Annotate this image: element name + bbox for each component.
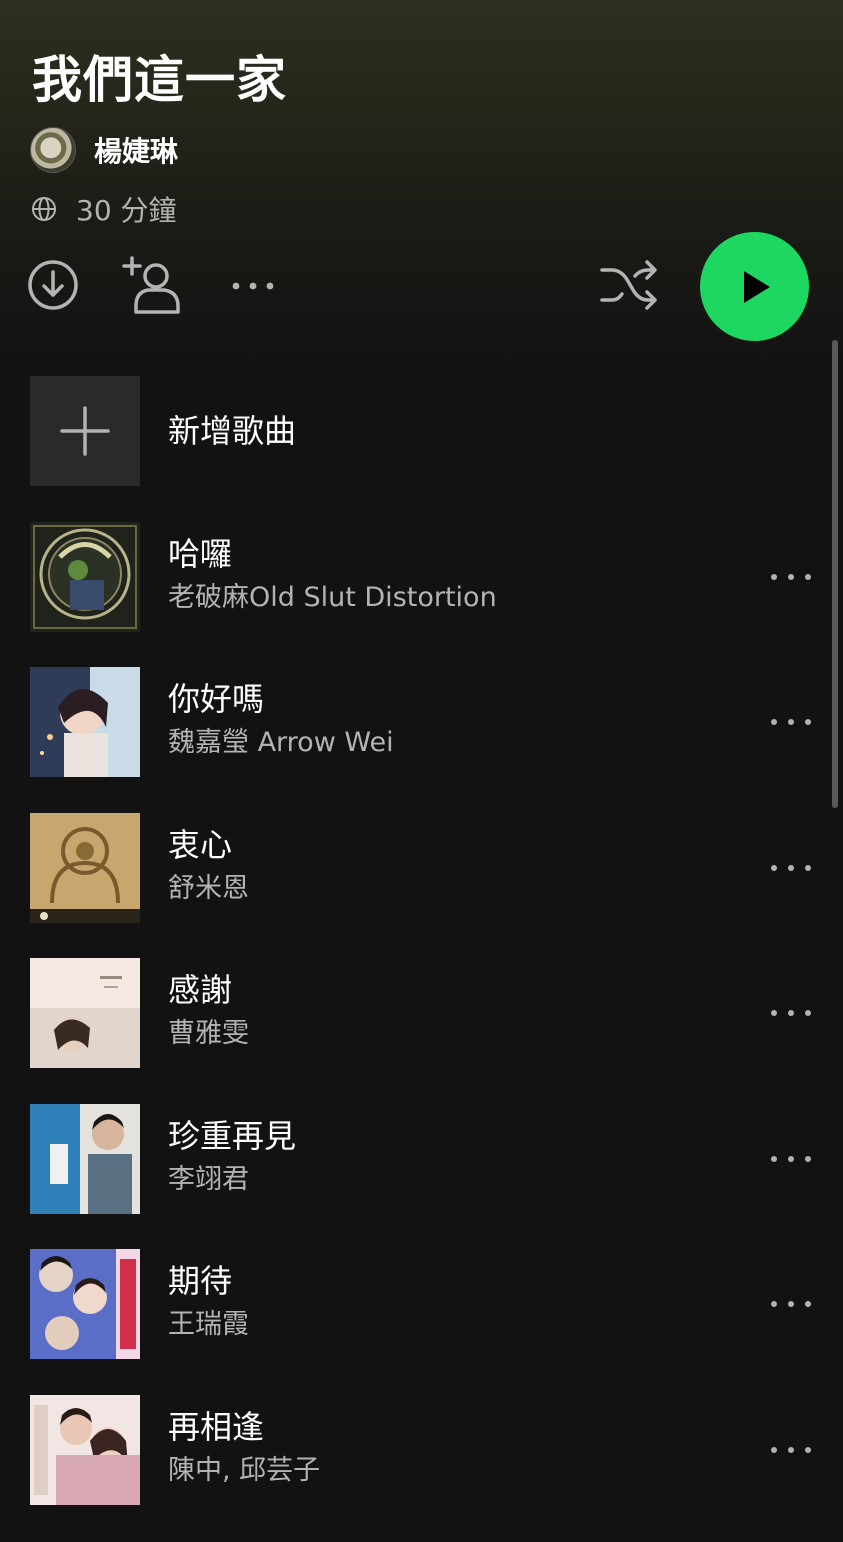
more-icon (771, 1301, 811, 1307)
album-art (30, 522, 140, 632)
track-artist: 陳中, 邱芸子 (168, 1455, 321, 1486)
globe-icon (32, 197, 56, 221)
more-icon (771, 1447, 811, 1453)
track-row[interactable]: 你好嗎 魏嘉瑩 Arrow Wei (0, 667, 843, 777)
playlist-page: 我們這一家 楊婕琳 30 分鐘 新增歌曲 哈囉 老破麻Old Slut Dist… (0, 0, 843, 1542)
action-bar (0, 230, 843, 341)
album-cover (30, 522, 140, 632)
track-artist: 魏嘉瑩 Arrow Wei (168, 727, 394, 758)
album-art (30, 667, 140, 777)
album-cover (30, 667, 140, 777)
album-cover (30, 1104, 140, 1214)
add-song-tile[interactable] (30, 376, 140, 486)
add-user-icon (122, 256, 180, 314)
download-button[interactable] (26, 258, 80, 312)
more-icon (771, 865, 811, 871)
album-art (30, 1249, 140, 1359)
shuffle-button[interactable] (598, 256, 660, 314)
track-row[interactable]: 珍重再見 李翊君 (0, 1104, 843, 1214)
owner-avatar[interactable] (30, 127, 76, 173)
track-row[interactable]: 衷心 舒米恩 (0, 813, 843, 923)
track-more-button[interactable] (764, 702, 818, 742)
more-icon (771, 1156, 811, 1162)
play-icon (743, 270, 770, 303)
track-artist: 李翊君 (168, 1164, 249, 1195)
track-title: 期待 (168, 1262, 233, 1300)
add-song-label[interactable]: 新增歌曲 (168, 411, 296, 451)
shuffle-icon (600, 260, 657, 310)
track-row[interactable]: 哈囉 老破麻Old Slut Distortion (0, 522, 843, 632)
add-collaborator-button[interactable] (122, 254, 184, 316)
playlist-meta: 30 分鐘 (30, 188, 177, 230)
more-icon (232, 282, 274, 290)
track-more-button[interactable] (764, 1139, 818, 1179)
album-cover (30, 1395, 140, 1505)
playlist-duration: 30 分鐘 (76, 194, 177, 227)
owner-name[interactable]: 楊婕琳 (94, 130, 178, 170)
track-title: 衷心 (168, 826, 233, 864)
album-art (30, 1395, 140, 1505)
playlist-owner[interactable]: 楊婕琳 (30, 126, 178, 174)
add-song-row[interactable]: 新增歌曲 (0, 376, 843, 486)
playlist-title: 我們這一家 (32, 51, 287, 109)
track-artist: 老破麻Old Slut Distortion (168, 582, 497, 613)
track-row[interactable]: 感謝 曹雅雯 (0, 958, 843, 1068)
track-title: 哈囉 (168, 535, 233, 573)
track-artist: 王瑞霞 (168, 1309, 249, 1340)
track-more-button[interactable] (764, 1284, 818, 1324)
track-title: 感謝 (168, 971, 233, 1009)
download-circle-icon (28, 260, 78, 310)
more-icon (771, 719, 811, 725)
track-artist: 曹雅雯 (168, 1018, 249, 1049)
more-icon (771, 1010, 811, 1016)
plus-icon (60, 406, 110, 456)
album-art (30, 813, 140, 923)
album-cover (30, 1249, 140, 1359)
track-more-button[interactable] (764, 557, 818, 597)
track-more-button[interactable] (764, 1430, 818, 1470)
track-artist: 舒米恩 (168, 873, 249, 904)
track-title: 珍重再見 (168, 1117, 297, 1155)
album-cover (30, 813, 140, 923)
track-title: 你好嗎 (168, 680, 265, 718)
track-more-button[interactable] (764, 848, 818, 888)
album-art (30, 958, 140, 1068)
play-button[interactable] (700, 232, 809, 341)
album-art (30, 1104, 140, 1214)
more-options-button[interactable] (226, 266, 280, 306)
more-icon (771, 574, 811, 580)
track-title: 再相逢 (168, 1408, 265, 1446)
track-more-button[interactable] (764, 993, 818, 1033)
track-row[interactable]: 期待 王瑞霞 (0, 1249, 843, 1359)
track-row[interactable]: 再相逢 陳中, 邱芸子 (0, 1395, 843, 1505)
album-cover (30, 958, 140, 1068)
